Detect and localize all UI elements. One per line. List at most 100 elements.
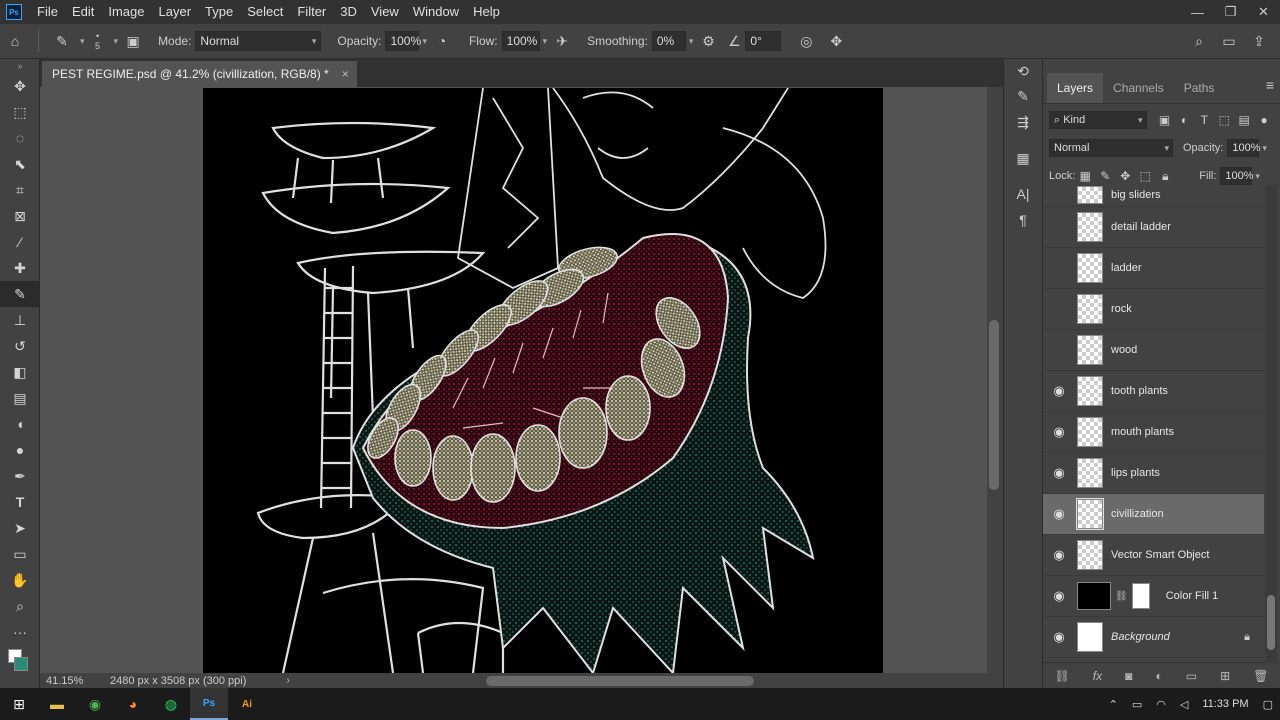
tab-layers[interactable]: Layers bbox=[1047, 73, 1104, 103]
filter-toggle-icon[interactable]: ● bbox=[1254, 113, 1274, 127]
chevron-down-icon[interactable]: ▾ bbox=[422, 36, 427, 47]
workspace-icon[interactable]: ▭ bbox=[1218, 30, 1240, 52]
chevron-down-icon[interactable]: ▾ bbox=[543, 36, 548, 47]
layer-mask-thumbnail[interactable] bbox=[1131, 583, 1150, 609]
zoom-level-field[interactable]: 41.15% bbox=[40, 675, 100, 687]
close-tab-icon[interactable]: × bbox=[342, 61, 349, 87]
healing-brush-tool-icon[interactable]: ✚ bbox=[0, 255, 40, 281]
rectangle-tool-icon[interactable]: ▭ bbox=[0, 541, 40, 567]
trash-icon[interactable]: 🗑︎ bbox=[1253, 669, 1268, 683]
frame-tool-icon[interactable]: ⊠ bbox=[0, 203, 40, 229]
visibility-toggle[interactable]: ◉ bbox=[1043, 301, 1075, 317]
symmetry-icon[interactable]: ✥ bbox=[825, 30, 847, 52]
menu-file[interactable]: File bbox=[30, 0, 65, 24]
filter-kind-select[interactable]: ⌕ Kind ▾ bbox=[1049, 111, 1147, 129]
lock-image-icon[interactable]: ✎ bbox=[1095, 169, 1115, 183]
windows-start-icon[interactable]: ⊞ bbox=[0, 688, 38, 720]
eye-icon[interactable]: ◉ bbox=[1043, 506, 1075, 522]
mode-select[interactable]: Normal ▾ bbox=[195, 31, 322, 51]
history-icon[interactable]: ⟲ bbox=[1004, 59, 1042, 83]
artboard[interactable] bbox=[203, 88, 883, 673]
history-brush-tool-icon[interactable]: ↺ bbox=[0, 333, 40, 359]
layer-row-selected[interactable]: ◉ civillization bbox=[1043, 494, 1264, 535]
layer-row[interactable]: ◉ wood bbox=[1043, 330, 1264, 371]
menu-3d[interactable]: 3D bbox=[333, 0, 364, 24]
brush-size-picker[interactable]: • 5 bbox=[89, 30, 107, 52]
visibility-toggle[interactable]: ◉ bbox=[1043, 342, 1075, 358]
visibility-toggle[interactable]: ◉ bbox=[1043, 219, 1075, 235]
eye-icon[interactable]: ◉ bbox=[1043, 547, 1075, 563]
paragraph-icon[interactable]: ¶ bbox=[1004, 207, 1042, 233]
menu-filter[interactable]: Filter bbox=[290, 0, 333, 24]
libraries-icon[interactable]: ▦ bbox=[1004, 145, 1042, 171]
home-icon[interactable]: ⌂ bbox=[4, 30, 26, 52]
layer-opacity-field[interactable]: 100% bbox=[1227, 139, 1261, 157]
brush-preset-icon[interactable]: ✎ bbox=[51, 30, 73, 52]
brushes-icon[interactable]: ✎ bbox=[1004, 83, 1042, 109]
character-icon[interactable]: A| bbox=[1004, 181, 1042, 207]
lock-transparent-icon[interactable]: ▦ bbox=[1075, 169, 1095, 183]
chrome-icon[interactable]: ◉ bbox=[76, 688, 114, 720]
status-arrow-icon[interactable]: › bbox=[286, 675, 290, 687]
pressure-size-icon[interactable]: ◎ bbox=[795, 30, 817, 52]
eyedropper-tool-icon[interactable]: ⁄ bbox=[0, 229, 40, 255]
path-select-tool-icon[interactable]: ➤ bbox=[0, 515, 40, 541]
file-explorer-icon[interactable]: ▬ bbox=[38, 688, 76, 720]
menu-view[interactable]: View bbox=[364, 0, 406, 24]
lock-position-icon[interactable]: ✥ bbox=[1115, 169, 1135, 183]
menu-window[interactable]: Window bbox=[406, 0, 466, 24]
layer-row[interactable]: ◉ ⛓ Color Fill 1 bbox=[1043, 576, 1264, 617]
notification-icon[interactable]: ▢ bbox=[1263, 698, 1273, 711]
battery-icon[interactable]: ▭ bbox=[1132, 698, 1142, 711]
blend-mode-select[interactable]: Normal ▾ bbox=[1049, 139, 1173, 157]
layer-row[interactable]: ◉ ladder bbox=[1043, 248, 1264, 289]
link-icon[interactable]: ⛓ bbox=[1115, 591, 1128, 602]
layer-row[interactable]: ◉ big sliders bbox=[1043, 185, 1264, 207]
link-layers-icon[interactable]: ⛓ bbox=[1055, 669, 1070, 683]
collapse-icon[interactable]: » bbox=[0, 59, 40, 73]
color-swatches[interactable] bbox=[0, 645, 40, 675]
menu-edit[interactable]: Edit bbox=[65, 0, 101, 24]
canvas-vertical-scroll-thumb[interactable] bbox=[989, 320, 999, 490]
filter-adjustment-icon[interactable]: ◐ bbox=[1174, 113, 1194, 127]
quick-select-tool-icon[interactable]: ⬉ bbox=[0, 151, 40, 177]
panel-menu-icon[interactable]: ≡ bbox=[1266, 77, 1274, 93]
layers-scrollbar[interactable] bbox=[1265, 185, 1277, 663]
menu-layer[interactable]: Layer bbox=[152, 0, 199, 24]
brush-panel-icon[interactable]: ▣ bbox=[122, 30, 144, 52]
type-tool-icon[interactable]: T bbox=[0, 489, 40, 515]
chevron-down-icon[interactable]: ▾ bbox=[689, 36, 694, 47]
menu-help[interactable]: Help bbox=[466, 0, 507, 24]
new-layer-icon[interactable]: ⊞ bbox=[1220, 669, 1230, 683]
layer-row[interactable]: ◉ tooth plants bbox=[1043, 371, 1264, 412]
gear-icon[interactable]: ⚙ bbox=[697, 30, 719, 52]
whatsapp-icon[interactable]: ◍ bbox=[152, 688, 190, 720]
chevron-up-icon[interactable]: ⌃ bbox=[1109, 698, 1118, 711]
close-window-button[interactable]: ✕ bbox=[1247, 0, 1280, 24]
lasso-tool-icon[interactable]: ◌ bbox=[0, 125, 40, 151]
zoom-tool-icon[interactable]: ⌕ bbox=[0, 593, 40, 619]
document-info[interactable]: 2480 px x 3508 px (300 ppi) bbox=[110, 675, 246, 687]
document-tab[interactable]: PEST REGIME.psd @ 41.2% (civillization, … bbox=[42, 61, 357, 87]
canvas-horizontal-scroll-thumb[interactable] bbox=[486, 676, 754, 686]
move-tool-icon[interactable]: ✥ bbox=[0, 73, 40, 99]
dodge-tool-icon[interactable]: ● bbox=[0, 437, 40, 463]
layer-row[interactable]: ◉ mouth plants bbox=[1043, 412, 1264, 453]
adjustments-icon[interactable]: ⇶ bbox=[1004, 109, 1042, 135]
volume-icon[interactable]: ◁ bbox=[1180, 698, 1188, 711]
eye-icon[interactable]: ◉ bbox=[1043, 629, 1075, 645]
search-icon[interactable]: ⌕ bbox=[1188, 30, 1210, 52]
layer-row[interactable]: ◉ detail ladder bbox=[1043, 207, 1264, 248]
crop-tool-icon[interactable]: ⌗ bbox=[0, 177, 40, 203]
airbrush-icon[interactable]: ✈ bbox=[551, 30, 573, 52]
gradient-tool-icon[interactable]: ▤ bbox=[0, 385, 40, 411]
chevron-down-icon[interactable]: ▾ bbox=[80, 36, 85, 47]
layers-scroll-thumb[interactable] bbox=[1267, 595, 1275, 650]
share-icon[interactable]: ⇪ bbox=[1248, 30, 1270, 52]
visibility-toggle[interactable]: ◉ bbox=[1043, 187, 1075, 203]
menu-image[interactable]: Image bbox=[101, 0, 151, 24]
layer-row[interactable]: ◉ rock bbox=[1043, 289, 1264, 330]
adjustment-layer-icon[interactable]: ◐ bbox=[1155, 669, 1162, 683]
wifi-icon[interactable]: ◠ bbox=[1156, 698, 1166, 711]
filter-type-icon[interactable]: T bbox=[1194, 113, 1214, 127]
